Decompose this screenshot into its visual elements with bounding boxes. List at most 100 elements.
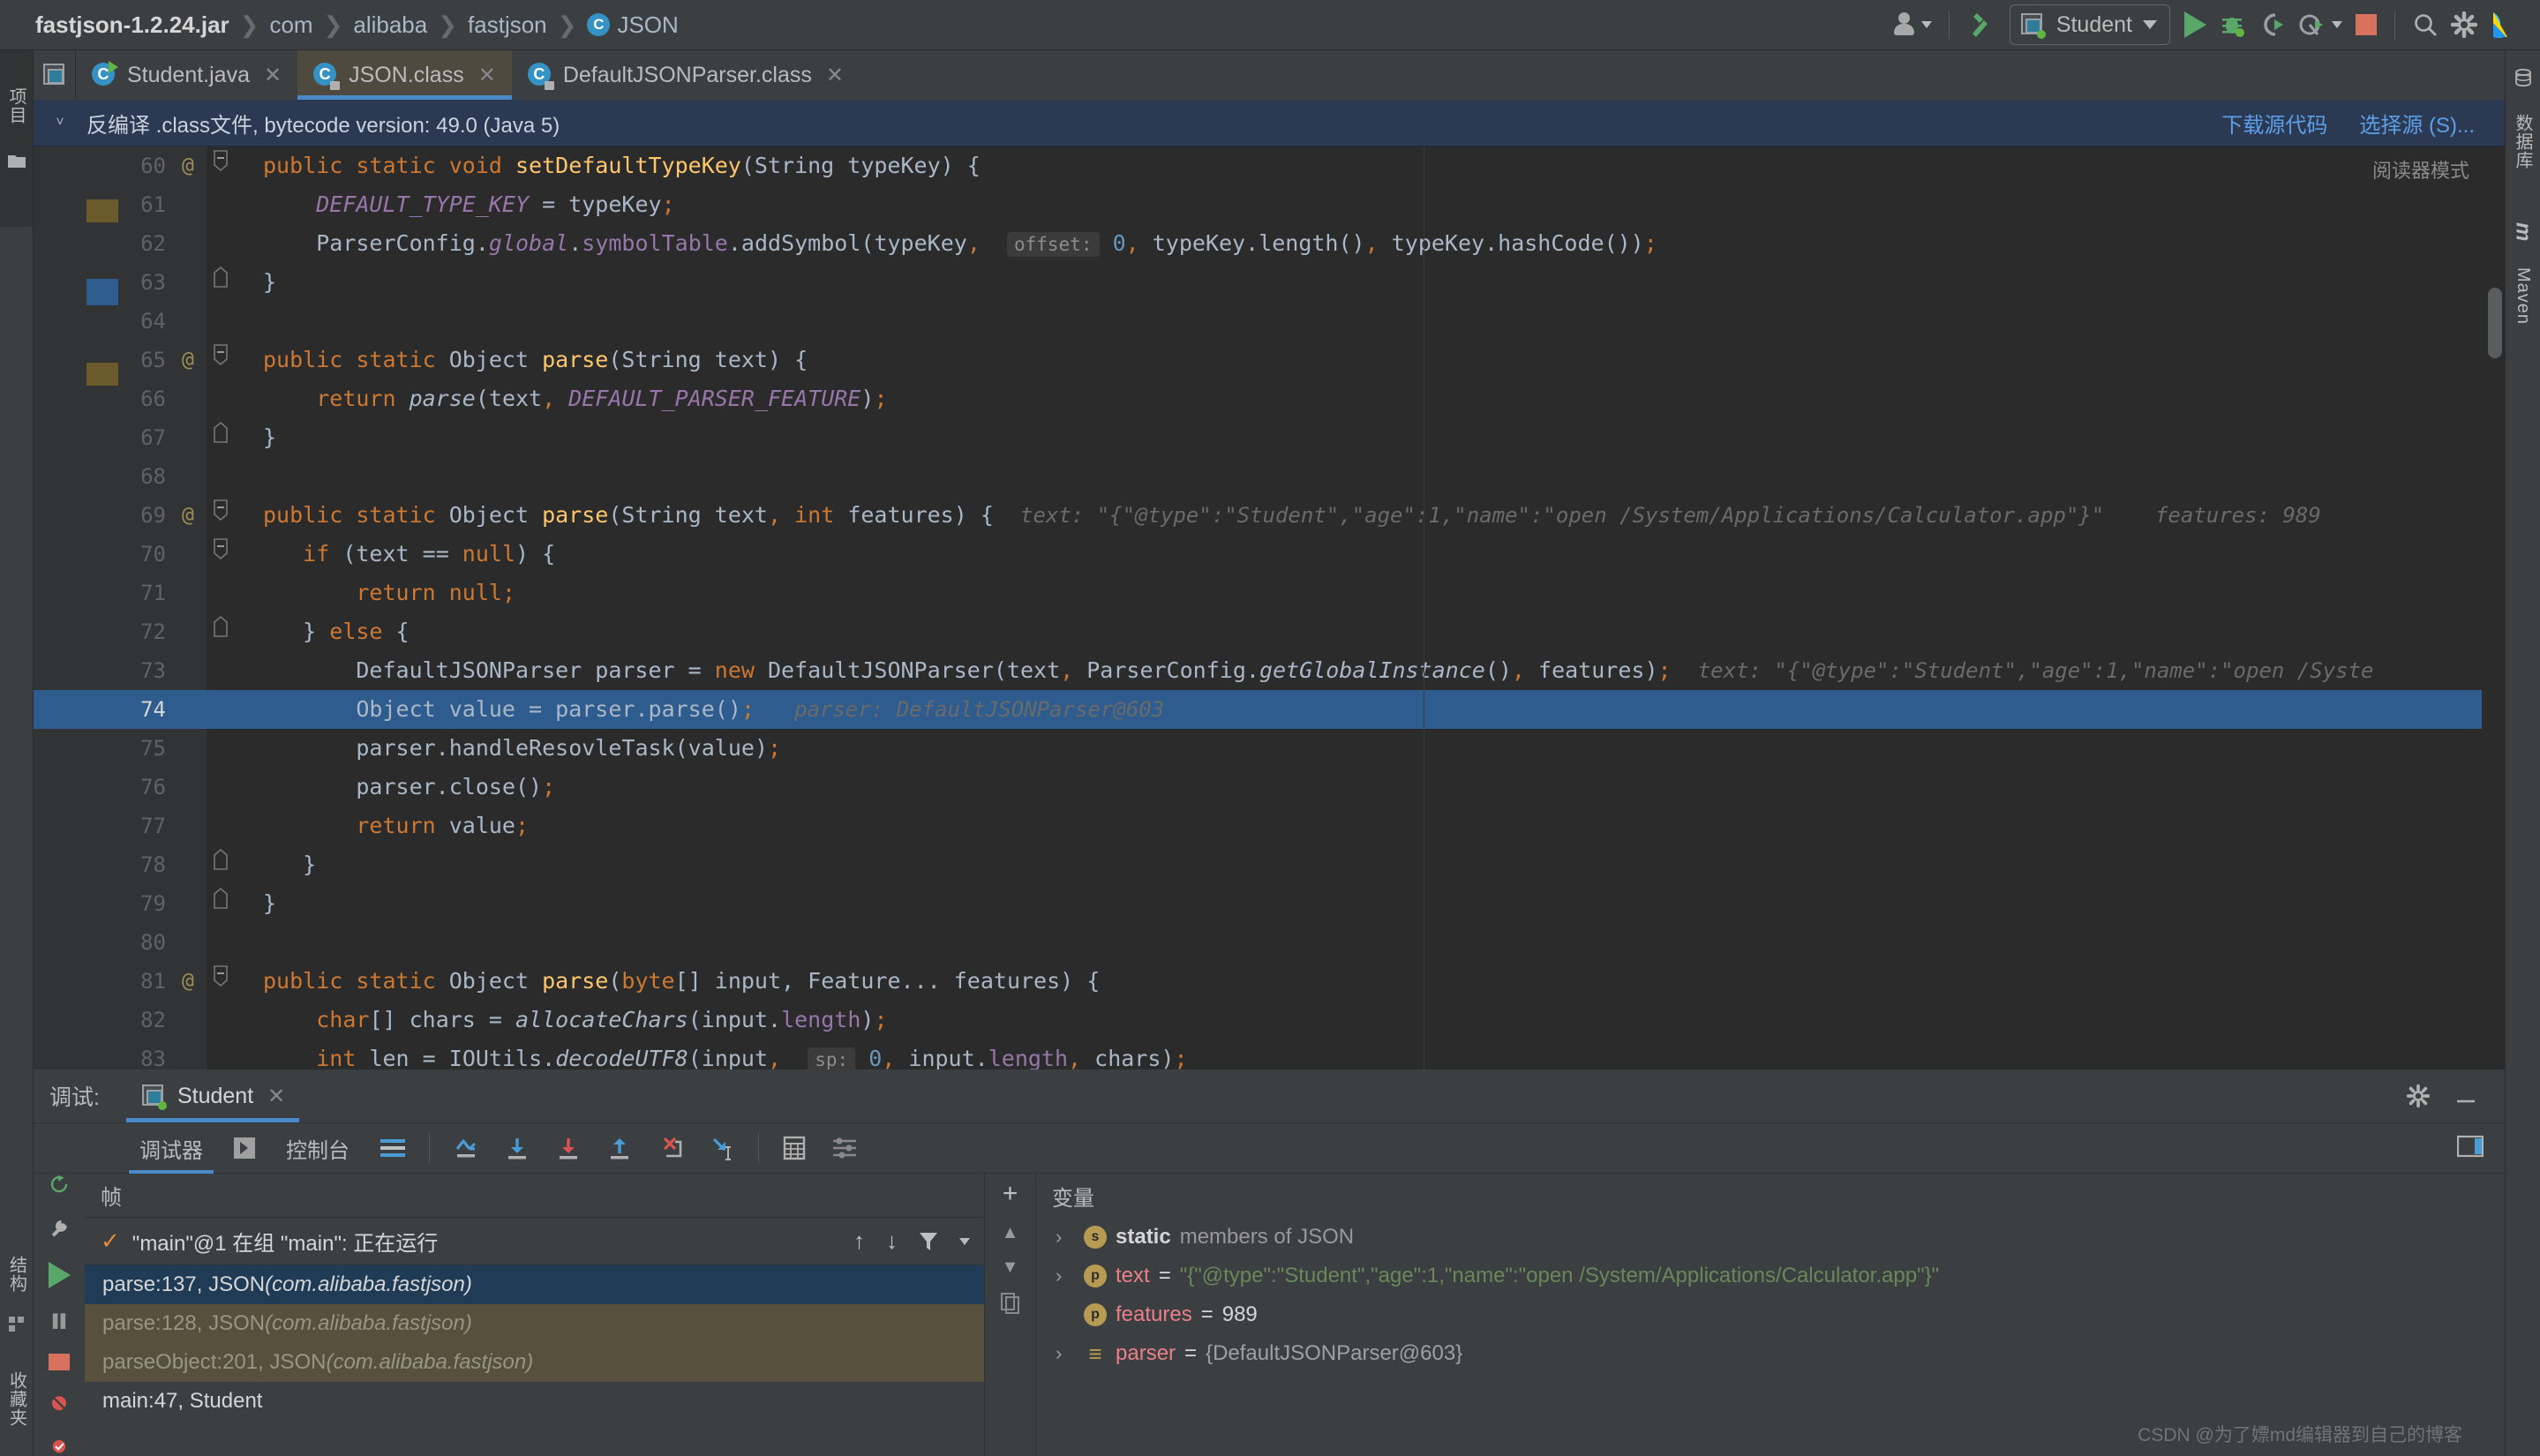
variable-row[interactable]: › p text = "{"@type":"Student","age":1,"na… [1036, 1257, 2505, 1295]
code-lines[interactable]: 60 @ public static void setDefaultTypeKey(… [34, 146, 2505, 1069]
code-line[interactable]: 76 parser.close(); [34, 768, 2505, 807]
stop-button[interactable] [2348, 5, 2384, 44]
fold-end-icon[interactable] [212, 263, 229, 302]
view-breakpoints-icon[interactable] [47, 1437, 71, 1456]
code-line[interactable]: 83 int len = IOUtils.decodeUTF8(input, s… [34, 1039, 2505, 1069]
frame-row[interactable]: parse:128, JSON (com.alibaba.fastjson) [85, 1304, 984, 1343]
code-line[interactable]: 64 [34, 302, 2505, 341]
sidebar-item-favorites[interactable]: 收藏夹 [0, 1341, 34, 1456]
frames-list[interactable]: parse:137, JSON (com.alibaba.fastjson) pa… [85, 1265, 984, 1421]
sidebar-item-database[interactable]: 数据库 [2510, 59, 2536, 199]
variable-row[interactable]: p features = 989 [1036, 1295, 2505, 1334]
breadcrumb-item-json[interactable]: C JSON [578, 11, 687, 39]
tab-console[interactable]: 控制台 [268, 1122, 367, 1174]
run-to-cursor-button[interactable] [696, 1135, 748, 1161]
console-tab-icon[interactable] [221, 1137, 268, 1160]
fold-collapse-icon[interactable] [212, 496, 229, 535]
run-button[interactable] [2177, 5, 2213, 44]
code-line[interactable]: 70 if (text == null) { [34, 535, 2505, 574]
run-configuration-selector[interactable]: Student [2009, 4, 2170, 45]
close-icon[interactable]: ✕ [264, 63, 282, 88]
sidebar-item-maven[interactable]: m Maven [2511, 213, 2536, 354]
fold-collapse-icon[interactable] [212, 341, 229, 379]
fold-collapse-icon[interactable] [212, 962, 229, 1001]
close-icon[interactable]: ✕ [478, 63, 496, 88]
code-line[interactable]: 71 return null; [34, 574, 2505, 612]
pause-icon[interactable] [48, 1311, 71, 1331]
code-line[interactable]: 82 char[] chars = allocateChars(input.le… [34, 1001, 2505, 1039]
build-button[interactable] [1960, 5, 2003, 44]
notification-chevron-icon[interactable]: ˅ [34, 115, 86, 131]
code-line[interactable]: 75 parser.handleResovleTask(value); [34, 729, 2505, 768]
code-line[interactable]: 69 @ public static Object parse(String tex… [34, 496, 2505, 535]
breadcrumb-item-fastjson[interactable]: fastjson [459, 11, 556, 39]
code-line[interactable]: 65 @ public static Object parse(String tex… [34, 341, 2505, 379]
breadcrumb-item-com[interactable]: com [260, 11, 321, 39]
tab-student-java[interactable]: C Student.java ✕ [76, 50, 298, 100]
tabs-module-icon-container[interactable] [34, 50, 76, 100]
variable-row[interactable]: › s static members of JSON [1036, 1218, 2505, 1257]
fold-end-icon[interactable] [212, 884, 229, 923]
rerun-icon[interactable] [46, 1174, 72, 1195]
code-editor[interactable]: 60 @ public static void setDefaultTypeKey(… [34, 146, 2505, 1069]
variables-list[interactable]: › s static members of JSON › p text = "{"@typ… [1036, 1218, 2505, 1373]
evaluate-expression-button[interactable] [770, 1136, 819, 1160]
wrench-icon[interactable] [46, 1218, 72, 1239]
debug-session-tab[interactable]: Student ✕ [125, 1069, 300, 1122]
fold-end-icon[interactable] [212, 418, 229, 457]
tab-debugger[interactable]: 调试器 [122, 1122, 221, 1174]
arrow-up-icon[interactable]: ↑ [853, 1227, 865, 1255]
variable-row[interactable]: › ≡ parser = {DefaultJSONParser@603} [1036, 1334, 2505, 1373]
show-execution-point-button[interactable] [440, 1135, 492, 1161]
breadcrumb-item-alibaba[interactable]: alibaba [344, 11, 436, 39]
arrow-down-icon[interactable]: ↓ [886, 1227, 898, 1255]
chevron-down-icon[interactable]: ▼ [1002, 1257, 1019, 1278]
close-icon[interactable]: ✕ [826, 63, 844, 88]
frame-row[interactable]: main:47, Student [85, 1382, 984, 1421]
add-icon[interactable]: + [1003, 1179, 1018, 1209]
tab-defaultjsonparser-class[interactable]: C DefaultJSONParser.class ✕ [511, 50, 860, 100]
search-everywhere-button[interactable] [2406, 5, 2445, 44]
thread-row[interactable]: ✓ "main"@1 在组 "main": 正在运行 ↑ ↓ [85, 1218, 984, 1265]
close-icon[interactable]: ✕ [267, 1084, 285, 1109]
minimize-icon[interactable] [2454, 1084, 2478, 1108]
reader-mode-label[interactable]: 阅读器模式 [2372, 155, 2469, 184]
code-line[interactable]: 81 @ public static Object parse(byte[] inp… [34, 962, 2505, 1001]
settings-button[interactable] [2445, 5, 2484, 44]
step-out-button[interactable] [594, 1135, 645, 1161]
annotation-marker-icon[interactable]: @ [182, 496, 194, 535]
restore-layout-button[interactable] [2456, 1135, 2505, 1162]
annotation-marker-icon[interactable]: @ [182, 962, 194, 1001]
force-step-into-button[interactable] [645, 1135, 696, 1161]
frame-row[interactable]: parseObject:201, JSON (com.alibaba.fastj… [85, 1343, 984, 1382]
annotation-marker-icon[interactable]: @ [182, 146, 194, 185]
resume-program-icon[interactable] [48, 1261, 71, 1288]
settings-list-button[interactable] [819, 1137, 870, 1160]
code-line[interactable]: 72 } else { [34, 612, 2505, 651]
code-line[interactable]: 80 [34, 923, 2505, 962]
scrollbar-thumb[interactable] [2488, 288, 2502, 358]
gear-icon[interactable] [2406, 1084, 2431, 1108]
profiler-button[interactable] [2292, 5, 2348, 44]
code-line[interactable]: 66 return parse(text, DEFAULT_PARSER_FEA… [34, 379, 2505, 418]
vcs-button[interactable] [1887, 5, 1938, 44]
code-line[interactable]: 79} [34, 884, 2505, 923]
ide-logo-button[interactable] [2484, 5, 2524, 44]
download-sources-link[interactable]: 下载源代码 [2221, 108, 2327, 139]
step-into-button[interactable] [543, 1135, 594, 1161]
filter-icon[interactable] [919, 1231, 938, 1252]
code-line[interactable]: 62 ParserConfig.global.symbolTable.addSy… [34, 224, 2505, 263]
code-line[interactable]: 74 Object value = parser.parse(); parser… [34, 690, 2505, 729]
code-line[interactable]: 73 DefaultJSONParser parser = new Defaul… [34, 651, 2505, 690]
code-line[interactable]: 61 DEFAULT_TYPE_KEY = typeKey; [34, 185, 2505, 224]
chevron-right-icon[interactable]: › [1056, 1342, 1075, 1365]
sidebar-item-project[interactable]: 项目 [0, 57, 33, 179]
code-line[interactable]: 67} [34, 418, 2505, 457]
fold-collapse-icon[interactable] [212, 146, 229, 185]
step-over-button[interactable] [492, 1135, 543, 1161]
layout-settings-button[interactable] [367, 1137, 418, 1159]
tab-json-class[interactable]: C JSON.class ✕ [297, 50, 512, 100]
mute-breakpoints-icon[interactable] [47, 1393, 71, 1413]
breadcrumb-item-jar[interactable]: fastjson-1.2.24.jar [26, 11, 238, 39]
stop-icon[interactable] [49, 1354, 70, 1371]
